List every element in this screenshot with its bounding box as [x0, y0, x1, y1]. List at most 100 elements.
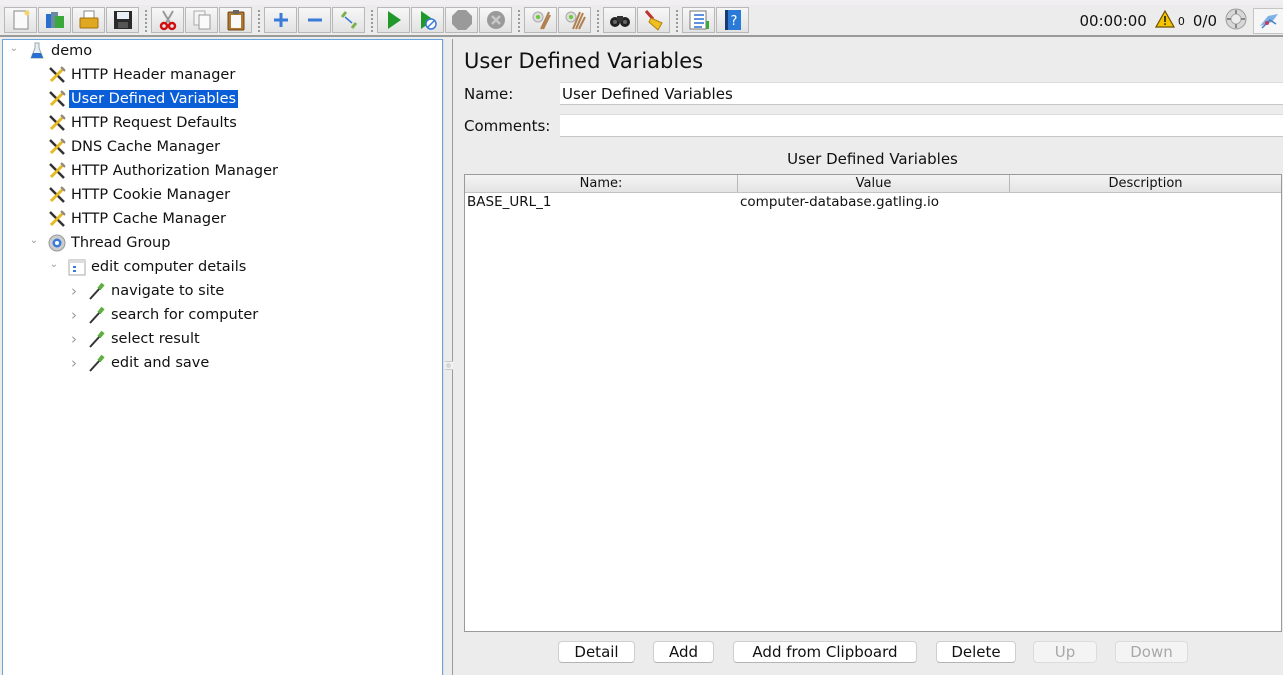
search-button[interactable] [603, 7, 636, 33]
expand-button[interactable] [264, 7, 297, 33]
delete-button[interactable]: Delete [936, 641, 1016, 663]
warning-count: 0 [1177, 14, 1185, 28]
start-no-pauses-icon [416, 9, 440, 31]
svg-text:?: ? [730, 14, 737, 29]
cell-description[interactable] [1010, 193, 1281, 211]
tree-node-label: search for computer [111, 307, 259, 323]
name-field[interactable] [560, 82, 1283, 105]
add-from-clipboard-button[interactable]: Add from Clipboard [733, 641, 917, 663]
tree-node-label: DNS Cache Manager [71, 139, 221, 155]
tree-node-label: Thread Group [71, 235, 171, 251]
tree-node-label: navigate to site [111, 283, 225, 299]
user-defined-variables-panel: User Defined Variables Name: Comments: U… [453, 39, 1283, 675]
tree-node[interactable]: › navigate to site [67, 280, 226, 302]
config-tools-icon [47, 137, 67, 157]
function-helper-icon [687, 9, 711, 31]
clear-icon [529, 9, 553, 31]
clear-all-button[interactable] [558, 7, 591, 33]
remote-status-icon[interactable] [1225, 8, 1247, 34]
collapse-button[interactable] [298, 7, 331, 33]
config-tools-icon [47, 65, 67, 85]
shutdown-button[interactable] [479, 7, 512, 33]
tree-node[interactable]: ⌄ edit computer details [47, 256, 248, 278]
stop-button[interactable] [445, 7, 478, 33]
tree-node[interactable]: ⌄ demo [7, 40, 94, 62]
config-tools-icon [47, 185, 67, 205]
down-button[interactable]: Down [1115, 641, 1188, 663]
chevron-right-icon[interactable]: › [67, 306, 81, 324]
column-header-description[interactable]: Description [1010, 175, 1281, 192]
tree-node-label: HTTP Request Defaults [71, 115, 237, 131]
variables-table[interactable]: Name: Value Description BASE_URL_1 comput… [464, 174, 1282, 632]
tree-node[interactable]: HTTP Cookie Manager [27, 184, 232, 206]
function-helper-button[interactable] [682, 7, 715, 33]
comments-label: Comments: [464, 117, 551, 135]
paste-button[interactable] [219, 7, 252, 33]
start-no-pauses-button[interactable] [411, 7, 444, 33]
reset-search-button[interactable] [637, 7, 670, 33]
tree-node[interactable]: › edit and save [67, 352, 211, 374]
open-button[interactable] [72, 7, 105, 33]
clear-all-icon [563, 9, 587, 31]
main-toolbar: ? 00:00:00 0 0/0 [0, 0, 1283, 37]
warning-icon[interactable] [1154, 9, 1175, 32]
toolbar-separator [676, 10, 678, 32]
split-pane-divider[interactable] [443, 39, 453, 675]
chevron-right-icon[interactable]: › [67, 330, 81, 348]
help-icon: ? [721, 9, 745, 31]
sampler-pipette-icon [87, 329, 107, 349]
tree-node[interactable]: ⌄ Thread Group [27, 232, 172, 254]
clear-button[interactable] [524, 7, 557, 33]
start-icon [382, 9, 406, 31]
config-tools-icon [47, 161, 67, 181]
new-button[interactable] [4, 7, 37, 33]
cut-icon [156, 9, 180, 31]
config-tools-icon [47, 113, 67, 133]
tree-node[interactable]: DNS Cache Manager [27, 136, 222, 158]
tree-node-label: select result [111, 331, 200, 347]
chevron-right-icon[interactable]: › [67, 282, 81, 300]
toolbar-separator [145, 10, 147, 32]
comments-field[interactable] [560, 114, 1283, 137]
cell-value[interactable]: computer-database.gatling.io [738, 193, 1010, 211]
help-button[interactable]: ? [716, 7, 749, 33]
copy-button[interactable] [185, 7, 218, 33]
cell-name[interactable]: BASE_URL_1 [465, 193, 738, 211]
column-header-name[interactable]: Name: [465, 175, 738, 192]
save-icon [111, 9, 135, 31]
toggle-button[interactable] [332, 7, 365, 33]
save-button[interactable] [106, 7, 139, 33]
chevron-down-icon[interactable]: ⌄ [27, 233, 41, 247]
active-threads: 0/0 [1192, 12, 1217, 30]
tree-node[interactable]: › search for computer [67, 304, 260, 326]
tree-node[interactable]: User Defined Variables [27, 88, 239, 110]
chevron-down-icon[interactable]: ⌄ [47, 257, 61, 271]
cut-button[interactable] [151, 7, 184, 33]
chevron-down-icon[interactable]: ⌄ [7, 41, 21, 55]
detail-button[interactable]: Detail [558, 641, 635, 663]
templates-button[interactable] [38, 7, 71, 33]
tree-node[interactable]: › select result [67, 328, 202, 350]
start-button[interactable] [377, 7, 410, 33]
collapse-minus-icon [303, 9, 327, 31]
tree-node[interactable]: HTTP Request Defaults [27, 112, 239, 134]
table-row[interactable]: BASE_URL_1 computer-database.gatling.io [465, 193, 1281, 211]
tree-node[interactable]: HTTP Authorization Manager [27, 160, 280, 182]
tree-node-label: edit computer details [91, 259, 247, 275]
test-plan-tree[interactable]: ⌄ demo HTTP Header manager User Defined Var… [2, 39, 443, 675]
chevron-right-icon[interactable]: › [67, 354, 81, 372]
tree-node[interactable]: HTTP Header manager [27, 64, 237, 86]
toolbar-separator [371, 10, 373, 32]
tree-node[interactable]: HTTP Cache Manager [27, 208, 228, 230]
column-header-value[interactable]: Value [738, 175, 1010, 192]
add-button[interactable]: Add [653, 641, 714, 663]
splitter-grip[interactable] [445, 361, 453, 370]
thread-group-gear-icon [47, 233, 67, 253]
name-label: Name: [464, 85, 514, 103]
reset-search-broom-icon [642, 9, 666, 31]
up-button[interactable]: Up [1033, 641, 1097, 663]
